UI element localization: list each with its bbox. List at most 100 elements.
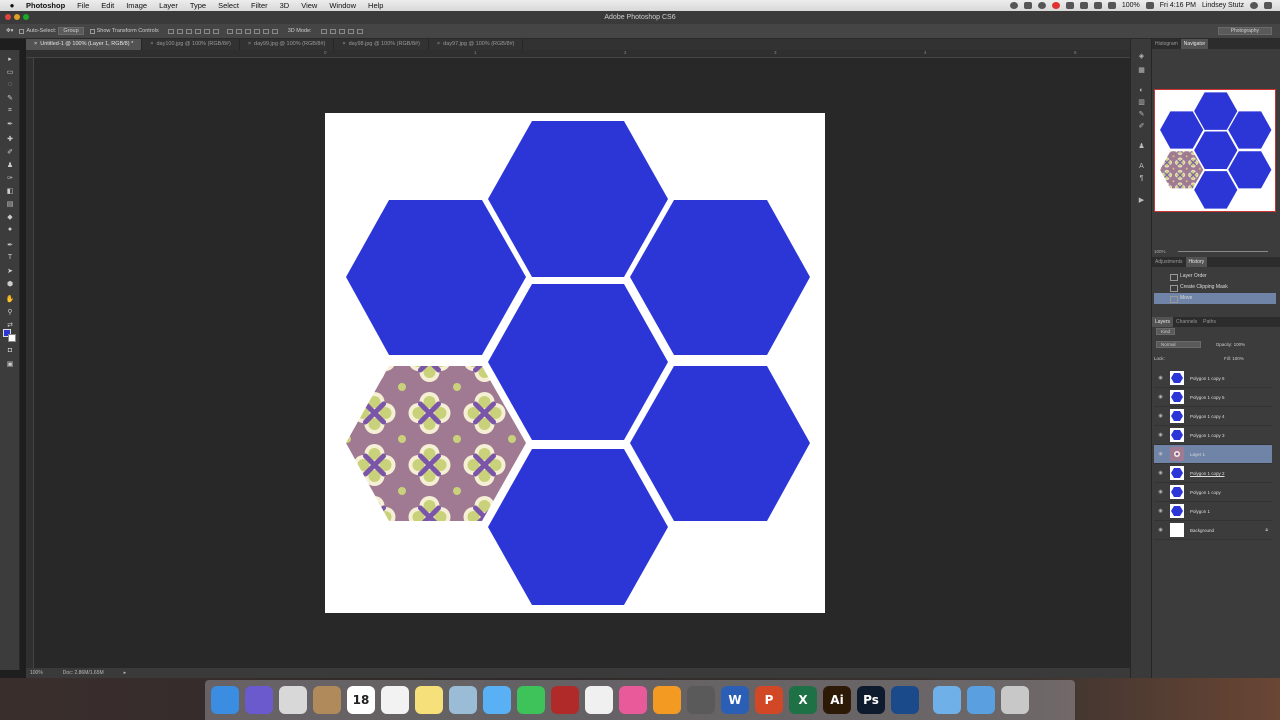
color-panel-icon[interactable]: ◐ (1137, 87, 1146, 95)
volume-icon[interactable] (1107, 2, 1116, 9)
blend-mode-dropdown[interactable]: Normal (1156, 341, 1201, 348)
hexagon-top[interactable] (488, 121, 668, 277)
libraries-panel-icon[interactable]: ▦ (1137, 67, 1146, 75)
type-tool-icon[interactable]: T (5, 253, 15, 262)
layer-row[interactable]: ◉ Polygon 1 copy 6 (1154, 369, 1272, 388)
menu-type[interactable]: Type (184, 1, 212, 10)
status-menu-icon[interactable]: ▸ (124, 670, 127, 676)
align-top-icon[interactable] (167, 28, 174, 34)
powerpoint-icon[interactable]: P (755, 686, 783, 714)
vertical-ruler[interactable] (26, 58, 34, 668)
visibility-eye-icon[interactable]: ◉ (1157, 527, 1164, 533)
distribute-hcenter-icon[interactable] (262, 28, 269, 34)
itunes-icon[interactable] (619, 686, 647, 714)
transform-controls-checkbox[interactable] (89, 28, 95, 34)
facetime-icon[interactable] (517, 686, 545, 714)
chrome-icon[interactable] (279, 686, 307, 714)
status-icon[interactable] (1037, 2, 1046, 9)
tab-histogram[interactable]: Histogram (1152, 39, 1181, 49)
crop-tool-icon[interactable]: ⌗ (5, 106, 15, 115)
hexagon-lower-left-pattern[interactable] (346, 366, 526, 521)
user-name[interactable]: Lindsey Stutz (1202, 2, 1244, 9)
clone-stamp-tool-icon[interactable]: ♟ (5, 160, 15, 169)
notification-center-icon[interactable] (1264, 2, 1272, 9)
applications-icon[interactable] (933, 686, 961, 714)
brush-tool-icon[interactable]: ✐ (5, 147, 15, 156)
layer-row[interactable]: ◉ Polygon 1 copy 4 (1154, 407, 1272, 426)
character-panel-icon[interactable]: A (1137, 163, 1146, 171)
hand-tool-icon[interactable]: ✋ (5, 294, 15, 303)
menu-help[interactable]: Help (362, 1, 389, 10)
3d-panel-icon[interactable]: ◈ (1137, 53, 1146, 61)
distribute-left-icon[interactable] (253, 28, 260, 34)
quick-mask-icon[interactable]: ◘ (5, 346, 15, 355)
finder-icon[interactable] (211, 686, 239, 714)
battery-percent[interactable]: 100% (1122, 2, 1140, 9)
menu-layer[interactable]: Layer (153, 1, 184, 10)
spotlight-icon[interactable] (1250, 2, 1258, 9)
eyedropper-tool-icon[interactable]: ✒ (5, 119, 15, 128)
document-canvas[interactable] (325, 113, 825, 613)
tab-adjustments[interactable]: Adjustments (1152, 257, 1186, 267)
path-select-tool-icon[interactable]: ➤ (5, 266, 15, 275)
navigator-zoom-value[interactable]: 100% (1154, 249, 1166, 254)
clone-source-icon[interactable]: ♟ (1137, 143, 1146, 151)
history-brush-tool-icon[interactable]: ✑ (5, 173, 15, 182)
move-tool-preset-icon[interactable]: ✥▾ (6, 28, 13, 34)
paragraph-panel-icon[interactable]: ¶ (1137, 175, 1146, 183)
close-tab-icon[interactable]: × (342, 41, 345, 47)
menu-filter[interactable]: Filter (245, 1, 274, 10)
swatches-panel-icon[interactable]: ▥ (1137, 99, 1146, 107)
messages-icon[interactable] (483, 686, 511, 714)
close-tab-icon[interactable]: × (437, 41, 440, 47)
tab-layers[interactable]: Layers (1152, 317, 1174, 327)
photo-booth-icon[interactable] (551, 686, 579, 714)
visibility-eye-icon[interactable]: ◉ (1157, 394, 1164, 400)
quicktime-icon[interactable] (891, 686, 919, 714)
fill-value[interactable]: 100% (1232, 356, 1244, 361)
zoom-tool-icon[interactable]: ⚲ (5, 307, 15, 316)
contacts-icon[interactable] (313, 686, 341, 714)
layer-row[interactable]: ◉ Polygon 1 copy 3 (1154, 426, 1272, 445)
photos-icon[interactable] (585, 686, 613, 714)
notes-icon[interactable] (415, 686, 443, 714)
visibility-eye-icon[interactable]: ◉ (1157, 470, 1164, 476)
align-vcenter-icon[interactable] (176, 28, 183, 34)
creative-cloud-icon[interactable] (1023, 2, 1032, 9)
3d-drag-icon[interactable] (338, 28, 345, 34)
hexagon-lower-right[interactable] (630, 366, 810, 521)
word-icon[interactable]: W (721, 686, 749, 714)
layer-row[interactable]: ◉ Polygon 1 copy 5 (1154, 388, 1272, 407)
siri-icon[interactable] (245, 686, 273, 714)
hexagon-bottom[interactable] (488, 449, 668, 605)
3d-slide-icon[interactable] (347, 28, 354, 34)
visibility-eye-icon[interactable]: ◉ (1157, 432, 1164, 438)
battery-icon[interactable] (1145, 2, 1154, 9)
trash-icon[interactable] (1001, 686, 1029, 714)
layer-row[interactable]: ◉ Polygon 1 copy 2 (1154, 464, 1272, 483)
screen-icon[interactable] (1065, 2, 1074, 9)
distribute-top-icon[interactable] (226, 28, 233, 34)
zoom-window-icon[interactable] (23, 14, 29, 20)
hexagon-upper-right[interactable] (630, 200, 810, 355)
tab-history[interactable]: History (1185, 257, 1208, 267)
close-tab-icon[interactable]: × (248, 41, 251, 47)
align-hcenter-icon[interactable] (203, 28, 210, 34)
marquee-tool-icon[interactable]: ▭ (5, 67, 15, 76)
gradient-tool-icon[interactable]: ▤ (5, 199, 15, 208)
opacity-value[interactable]: 100% (1234, 342, 1246, 347)
canvas-area[interactable] (34, 58, 1130, 668)
navigator-zoom-slider[interactable] (1178, 251, 1268, 252)
close-tab-icon[interactable]: × (34, 41, 37, 47)
close-window-icon[interactable] (5, 14, 11, 20)
calendar-icon[interactable]: 18 (347, 686, 375, 714)
actions-panel-icon[interactable]: ▶ (1137, 197, 1146, 205)
menu-edit[interactable]: Edit (95, 1, 120, 10)
apple-icon[interactable]: ● (0, 1, 24, 10)
move-tool-icon[interactable]: ▸ (5, 54, 15, 63)
menu-file[interactable]: File (71, 1, 95, 10)
wifi-icon[interactable] (1093, 2, 1102, 9)
zoom-level[interactable]: 100% (30, 670, 43, 676)
tab-navigator[interactable]: Navigator (1180, 39, 1209, 49)
auto-select-checkbox[interactable] (19, 28, 25, 34)
